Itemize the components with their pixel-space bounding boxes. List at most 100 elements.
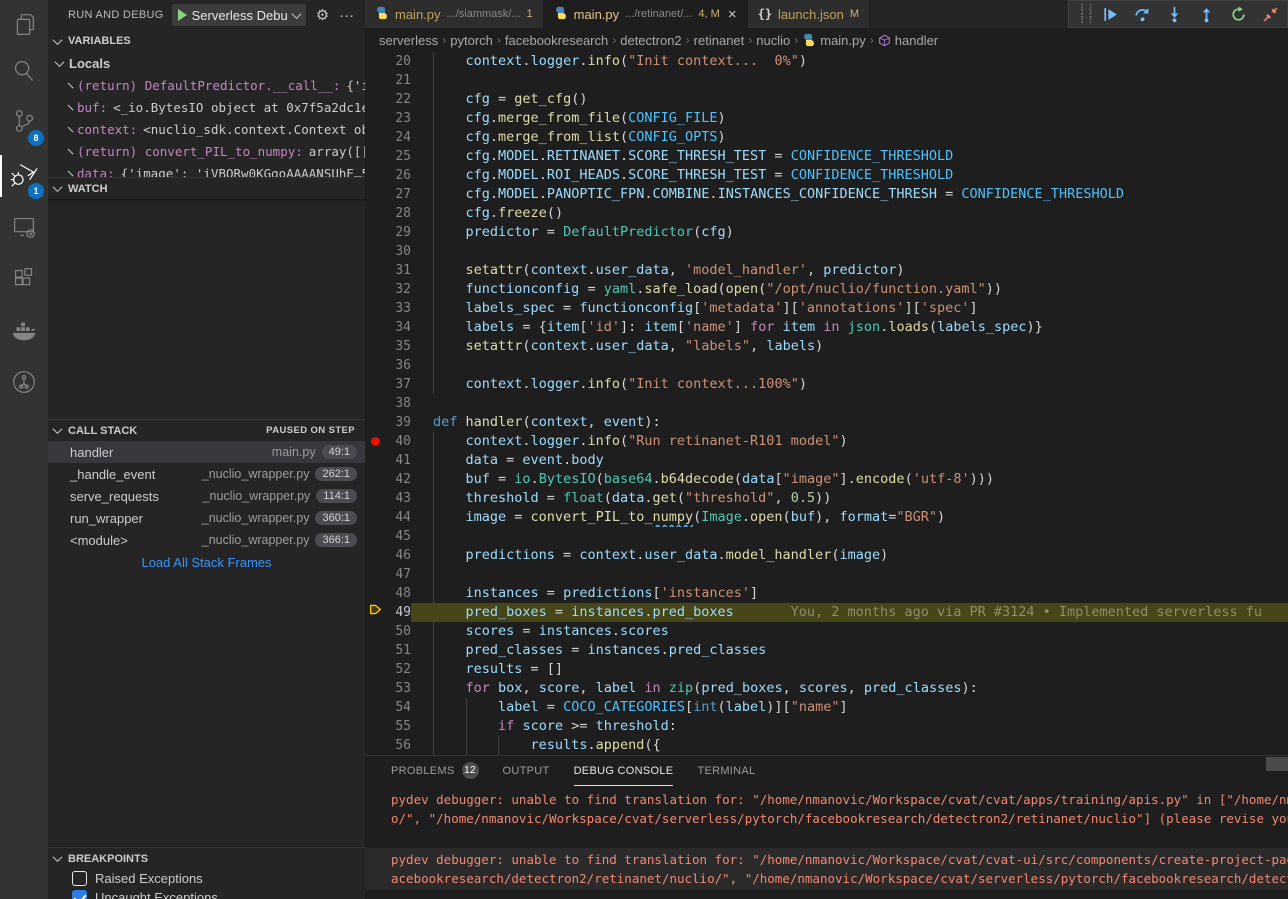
- step-into-button[interactable]: [1165, 5, 1183, 23]
- gutter-glyph[interactable]: [365, 204, 385, 223]
- breakpoint-checkbox[interactable]: [72, 871, 87, 886]
- activity-item-extensions[interactable]: [0, 258, 48, 304]
- call-stack-section-header[interactable]: CALL STACK PAUSED ON STEP: [48, 419, 365, 441]
- gutter-glyph[interactable]: [365, 356, 385, 375]
- activity-item-docker[interactable]: [0, 310, 48, 356]
- gutter-glyph[interactable]: [365, 185, 385, 204]
- variable-row[interactable]: (return) convert_PIL_to_numpy:array([[[ …: [48, 140, 365, 162]
- panel-scrollbar-thumb[interactable]: [1266, 757, 1288, 771]
- gutter-glyph[interactable]: [365, 489, 385, 508]
- variables-section-header[interactable]: VARIABLES: [48, 30, 365, 52]
- breadcrumb-item-main-py[interactable]: main.py: [802, 33, 866, 48]
- panel-tab-output[interactable]: OUTPUT: [503, 756, 550, 786]
- line-number: 41: [385, 451, 411, 470]
- activity-item-search[interactable]: [0, 50, 48, 96]
- code-editor[interactable]: 20 context.logger.info("Init context... …: [365, 52, 1288, 755]
- breakpoints-section-header[interactable]: BREAKPOINTS: [48, 847, 365, 869]
- stack-frame-row[interactable]: serve_requests_nuclio_wrapper.py114:1: [48, 485, 365, 507]
- gutter-glyph[interactable]: [365, 318, 385, 337]
- indent-guide: [433, 90, 434, 109]
- breadcrumb-item-retinanet[interactable]: retinanet: [694, 33, 745, 48]
- code-token: ))): [970, 471, 994, 487]
- panel-tab-debug-console[interactable]: DEBUG CONSOLE: [574, 756, 674, 786]
- gutter-glyph[interactable]: [365, 527, 385, 546]
- breadcrumb-item-handler[interactable]: handler: [878, 33, 938, 48]
- breadcrumb-item-nuclio[interactable]: nuclio: [756, 33, 790, 48]
- launch-config-dropdown[interactable]: Serverless Debu: [172, 4, 306, 26]
- stack-frame-row[interactable]: _handle_event_nuclio_wrapper.py262:1: [48, 463, 365, 485]
- gutter-glyph[interactable]: [365, 223, 385, 242]
- close-icon[interactable]: ×: [728, 6, 737, 23]
- gutter-glyph[interactable]: [365, 451, 385, 470]
- editor-tab-main-py[interactable]: main.py.../siammask/...1: [365, 0, 544, 28]
- gear-icon[interactable]: ⚙: [316, 6, 329, 24]
- continue-button[interactable]: [1101, 5, 1119, 23]
- gutter-glyph[interactable]: [365, 641, 385, 660]
- activity-item-resource-monitor[interactable]: [0, 361, 48, 407]
- variable-row[interactable]: context:<nuclio_sdk.context.Context obje…: [48, 118, 365, 140]
- gutter-glyph[interactable]: [365, 242, 385, 261]
- breakpoint-glyph[interactable]: [365, 432, 385, 451]
- indent-guide: [433, 698, 434, 717]
- activity-item-remote-explorer[interactable]: [0, 206, 48, 252]
- gutter-glyph[interactable]: [365, 90, 385, 109]
- gutter-glyph[interactable]: [365, 375, 385, 394]
- gutter-glyph[interactable]: [365, 166, 385, 185]
- gutter-glyph[interactable]: [365, 717, 385, 736]
- step-out-button[interactable]: [1197, 5, 1215, 23]
- activity-item-files[interactable]: [0, 4, 48, 50]
- more-actions-icon[interactable]: ···: [339, 7, 354, 24]
- gutter-glyph[interactable]: [365, 71, 385, 90]
- variable-row[interactable]: (return) DefaultPredictor.__call__:{'ins…: [48, 74, 365, 96]
- gutter-glyph[interactable]: [365, 508, 385, 527]
- gutter-glyph[interactable]: [365, 584, 385, 603]
- watch-section-header[interactable]: WATCH: [48, 177, 365, 199]
- gutter-glyph[interactable]: [365, 280, 385, 299]
- gutter-glyph[interactable]: [365, 546, 385, 565]
- breadcrumb-item-serverless[interactable]: serverless: [379, 33, 438, 48]
- panel-tab-problems[interactable]: PROBLEMS12: [391, 756, 479, 786]
- line-content: def handler(context, event):: [411, 413, 1288, 432]
- gutter-glyph[interactable]: [365, 261, 385, 280]
- breadcrumb-item-pytorch[interactable]: pytorch: [450, 33, 493, 48]
- variable-row[interactable]: data:{'image': 'iVBORw0KGgoAAAANSUhE…55: [48, 162, 365, 177]
- load-all-stack-frames-link[interactable]: Load All Stack Frames: [48, 551, 365, 573]
- panel-tab-terminal[interactable]: TERMINAL: [697, 756, 755, 786]
- variable-row[interactable]: buf:<_io.BytesIO object at 0x7f5a2dc1ecc…: [48, 96, 365, 118]
- variables-scope-locals[interactable]: Locals: [48, 52, 365, 74]
- gutter-glyph[interactable]: [365, 413, 385, 432]
- tab-modified-badge: 1: [527, 8, 533, 20]
- gutter-glyph[interactable]: [365, 622, 385, 641]
- gutter-glyph[interactable]: [365, 394, 385, 413]
- line-number: 37: [385, 375, 411, 394]
- stack-frame-row[interactable]: <module>_nuclio_wrapper.py366:1: [48, 529, 365, 551]
- start-debug-icon[interactable]: [178, 9, 187, 21]
- gutter-glyph[interactable]: [365, 736, 385, 755]
- breadcrumb-item-facebookresearch[interactable]: facebookresearch: [505, 33, 608, 48]
- gutter-glyph[interactable]: [365, 470, 385, 489]
- activity-item-source-control[interactable]: 8: [0, 100, 48, 146]
- gutter-glyph[interactable]: [365, 698, 385, 717]
- toolbar-drag-handle[interactable]: ⢸⢸⢸⢸: [1077, 5, 1087, 23]
- breakpoint-checkbox[interactable]: [72, 890, 87, 899]
- gutter-glyph[interactable]: [365, 337, 385, 356]
- breadcrumb-item-detectron2[interactable]: detectron2: [620, 33, 681, 48]
- gutter-glyph[interactable]: [365, 299, 385, 318]
- current-step-glyph[interactable]: [365, 603, 385, 622]
- disconnect-button[interactable]: [1261, 5, 1279, 23]
- code-token: ]: [734, 319, 750, 335]
- gutter-glyph[interactable]: [365, 679, 385, 698]
- restart-button[interactable]: [1229, 5, 1247, 23]
- gutter-glyph[interactable]: [365, 147, 385, 166]
- gutter-glyph[interactable]: [365, 128, 385, 147]
- activity-item-run-debug[interactable]: 1: [0, 153, 48, 199]
- step-over-button[interactable]: [1133, 5, 1151, 23]
- stack-frame-row[interactable]: handlermain.py49:1: [48, 441, 365, 463]
- editor-tab-main-py[interactable]: main.py.../retinanet/...4, M×: [544, 0, 748, 28]
- stack-frame-row[interactable]: run_wrapper_nuclio_wrapper.py360:1: [48, 507, 365, 529]
- gutter-glyph[interactable]: [365, 109, 385, 128]
- gutter-glyph[interactable]: [365, 565, 385, 584]
- gutter-glyph[interactable]: [365, 52, 385, 71]
- editor-tab-launch-json[interactable]: {}launch.jsonM: [748, 0, 870, 28]
- gutter-glyph[interactable]: [365, 660, 385, 679]
